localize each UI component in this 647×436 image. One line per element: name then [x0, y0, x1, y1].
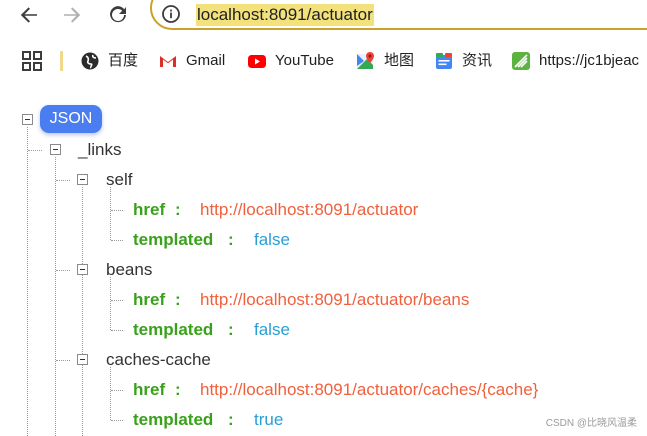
- tree-guide-line: [111, 300, 123, 301]
- tree-guide-line: [110, 187, 111, 240]
- arrow-right-icon: [64, 7, 81, 23]
- collapse-toggle-self[interactable]: [77, 174, 88, 185]
- property-key: templated: [133, 230, 214, 249]
- property-colon: :: [228, 410, 234, 429]
- property-colon: :: [228, 320, 234, 339]
- bookmark-maps[interactable]: 地图: [356, 50, 414, 72]
- tree-guide-line: [56, 360, 70, 361]
- bookmark-gmail[interactable]: Gmail: [158, 50, 225, 72]
- property-key: templated: [133, 320, 214, 339]
- bookmark-youtube[interactable]: YouTube: [247, 50, 334, 72]
- tree-guide-line: [111, 390, 123, 391]
- reload-button[interactable]: [106, 3, 130, 27]
- property-colon: :: [175, 200, 181, 219]
- tree-guide-line: [82, 187, 83, 436]
- json-root-badge[interactable]: JSON: [40, 105, 102, 133]
- collapse-toggle-caches-cache[interactable]: [77, 354, 88, 365]
- forward-button[interactable]: [60, 3, 84, 27]
- leaf-icon: [511, 51, 531, 71]
- href-value[interactable]: http://localhost:8091/actuator: [200, 199, 418, 221]
- maps-icon: [356, 51, 376, 71]
- bookmark-label: 资讯: [462, 52, 493, 69]
- tree-guide-line: [55, 157, 56, 436]
- href-property: href : http://localhost:8091/actuator/be…: [133, 289, 633, 311]
- collapse-toggle-links[interactable]: [50, 144, 61, 155]
- url-text[interactable]: localhost:8091/actuator: [196, 4, 374, 26]
- youtube-icon: [247, 51, 267, 71]
- tree-guide-line: [110, 277, 111, 330]
- property-colon: :: [175, 380, 181, 399]
- templated-value: true: [254, 410, 284, 429]
- collapse-toggle-beans[interactable]: [77, 264, 88, 275]
- bookmark-news[interactable]: 资讯: [434, 50, 492, 72]
- bookmark-label: 地图: [384, 52, 415, 69]
- gmail-icon: [158, 51, 178, 71]
- node-key-beans: beans: [106, 260, 153, 279]
- bookmark-label: Gmail: [186, 52, 226, 69]
- collapse-toggle-root[interactable]: [22, 114, 33, 125]
- browser-window: localhost:8091/actuator 百度 Gmail YouTube…: [0, 0, 647, 436]
- reload-icon: [110, 6, 126, 23]
- href-property: href : http://localhost:8091/actuator/ca…: [133, 379, 633, 401]
- tree-guide-line: [111, 240, 123, 241]
- tree-guide-line: [56, 270, 70, 271]
- property-colon: :: [228, 230, 234, 249]
- property-key: href: [133, 290, 166, 309]
- tree-guide-line: [110, 367, 111, 420]
- templated-property: templated : false: [133, 319, 433, 341]
- templated-value: false: [254, 230, 290, 249]
- watermark: CSDN @比晓风温柔: [545, 418, 637, 429]
- tree-guide-line: [111, 420, 123, 421]
- bookmark-label: YouTube: [275, 52, 334, 69]
- property-key: href: [133, 200, 166, 219]
- bookmark-link[interactable]: https://jc1bjeac: [511, 50, 639, 72]
- tree-guide-line: [111, 330, 123, 331]
- href-value[interactable]: http://localhost:8091/actuator/caches/{c…: [200, 379, 538, 401]
- bookmark-label: 百度: [108, 52, 139, 69]
- bookmarks-bar: 百度 Gmail YouTube 地图 资讯 https://jc1bjeac: [0, 44, 647, 78]
- tree-guide-line: [27, 127, 28, 436]
- property-key: href: [133, 380, 166, 399]
- href-property: href : http://localhost:8091/actuator: [133, 199, 633, 221]
- templated-property: templated : false: [133, 229, 433, 251]
- tree-guide-line: [28, 150, 42, 151]
- href-value[interactable]: http://localhost:8091/actuator/beans: [200, 289, 469, 311]
- links-key: _links: [78, 140, 122, 159]
- tree-guide-line: [56, 180, 70, 181]
- templated-value: false: [254, 320, 290, 339]
- bookmark-label: https://jc1bjeac: [539, 52, 640, 69]
- site-info-icon[interactable]: [161, 4, 181, 24]
- templated-property: templated : true: [133, 409, 433, 431]
- arrow-left-icon: [20, 7, 37, 23]
- property-colon: :: [175, 290, 181, 309]
- node-key-self: self: [106, 170, 133, 189]
- news-icon: [434, 51, 454, 71]
- browser-toolbar: localhost:8091/actuator: [0, 0, 647, 30]
- node-key-caches-cache: caches-cache: [106, 350, 211, 369]
- globe-icon: [80, 51, 100, 71]
- property-key: templated: [133, 410, 214, 429]
- bookmark-baidu[interactable]: 百度: [80, 50, 138, 72]
- tree-guide-line: [111, 210, 123, 211]
- back-button[interactable]: [17, 3, 41, 27]
